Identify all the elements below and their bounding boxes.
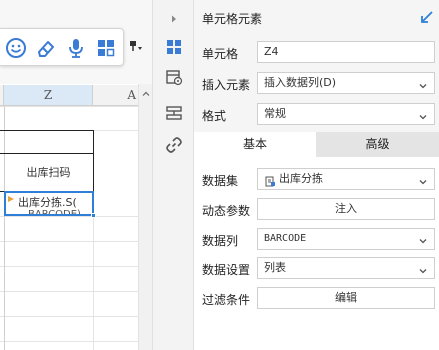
grid-line [0, 216, 138, 217]
cell-border [93, 130, 94, 192]
filter-edit-button[interactable]: 编辑 [257, 287, 435, 309]
panel-title: 单元格元素 [202, 12, 263, 26]
chevron-down-icon [418, 174, 428, 185]
cell-scan-label[interactable]: 出库扫码 [4, 153, 93, 191]
vertical-scrollbar[interactable] [138, 84, 152, 350]
dataset-select[interactable]: 出库分拣 [257, 168, 435, 190]
chevron-down-icon [418, 109, 428, 120]
chevron-up-icon[interactable] [141, 88, 151, 98]
toolbar-format-painter-icon[interactable] [128, 38, 144, 54]
column-header-z[interactable]: Z [4, 85, 93, 106]
data-column-label: 数据列 [202, 234, 239, 248]
eraser-icon[interactable] [34, 36, 58, 60]
chevron-down-icon [418, 78, 428, 89]
grid-line [0, 266, 138, 267]
dataset-label: 数据集 [202, 174, 239, 188]
format-select[interactable]: 常规 [257, 103, 435, 125]
insert-element-label: 插入元素 [202, 78, 251, 92]
data-setting-value: 列表 [264, 261, 286, 274]
inject-button[interactable]: 注入 [257, 198, 435, 220]
quick-toolbar [0, 28, 124, 66]
cell-border [0, 130, 94, 131]
data-setting-label: 数据设置 [202, 263, 251, 277]
data-setting-select[interactable]: 列表 [257, 257, 435, 279]
insert-element-value: 插入数据列(D) [264, 76, 337, 89]
pin-arrow-icon[interactable] [420, 10, 434, 24]
format-value: 常规 [264, 107, 286, 120]
insert-element-select[interactable]: 插入数据列(D) [257, 72, 435, 94]
grid-line [0, 241, 138, 242]
microphone-icon[interactable] [64, 36, 88, 60]
tab-advanced[interactable]: 高级 [316, 132, 439, 157]
grid-line [0, 291, 138, 292]
chevron-down-icon [418, 263, 428, 274]
chevron-down-icon [418, 234, 428, 244]
grid-line [93, 216, 94, 350]
basic-tab-content: 数据集 出库分拣 动态参数 注入 数据列 BARCODE 数据设置 列表 过滤条… [194, 157, 439, 350]
collapse-arrow-icon[interactable] [159, 4, 189, 34]
grid-line [4, 106, 5, 350]
dataset-icon [265, 174, 276, 189]
data-column-value: BARCODE [264, 233, 307, 244]
hyperlink-icon[interactable] [159, 130, 189, 160]
tab-basic[interactable]: 基本 [194, 132, 316, 157]
data-column-flag-icon [7, 195, 15, 209]
dataset-value: 出库分拣 [279, 172, 323, 185]
format-label: 格式 [202, 109, 227, 123]
cell-name-input[interactable]: Z4 [257, 41, 435, 63]
grid-line [0, 106, 138, 107]
grid-line [0, 341, 138, 342]
cell-style-icon[interactable] [159, 98, 189, 128]
cell-label: 单元格 [202, 47, 239, 61]
selection-fill-handle[interactable] [91, 213, 96, 218]
spreadsheet-area: Z A 出库扫码 出库分拣.S( BARCODE) [0, 0, 152, 350]
property-tab-strip [152, 0, 194, 350]
selected-cell-text-line2: BARCODE) [28, 209, 81, 216]
cell-element-panel: 单元格元素 单元格 Z4 插入元素 插入数据列(D) 格式 常规 基本 高级 数… [194, 0, 439, 350]
property-tabs: 基本 高级 [194, 132, 439, 157]
data-column-select[interactable]: BARCODE [257, 228, 435, 250]
cell-element-icon[interactable] [159, 32, 189, 62]
cell-attribute-icon[interactable] [159, 62, 189, 92]
grid-line [0, 316, 138, 317]
grid-apps-icon[interactable] [94, 36, 118, 60]
selected-cell[interactable]: 出库分拣.S( BARCODE) [4, 191, 94, 216]
filter-label: 过滤条件 [202, 293, 251, 307]
emoji-icon[interactable] [4, 36, 28, 60]
column-header-a[interactable]: A [93, 85, 138, 106]
dynamic-param-label: 动态参数 [202, 204, 251, 218]
